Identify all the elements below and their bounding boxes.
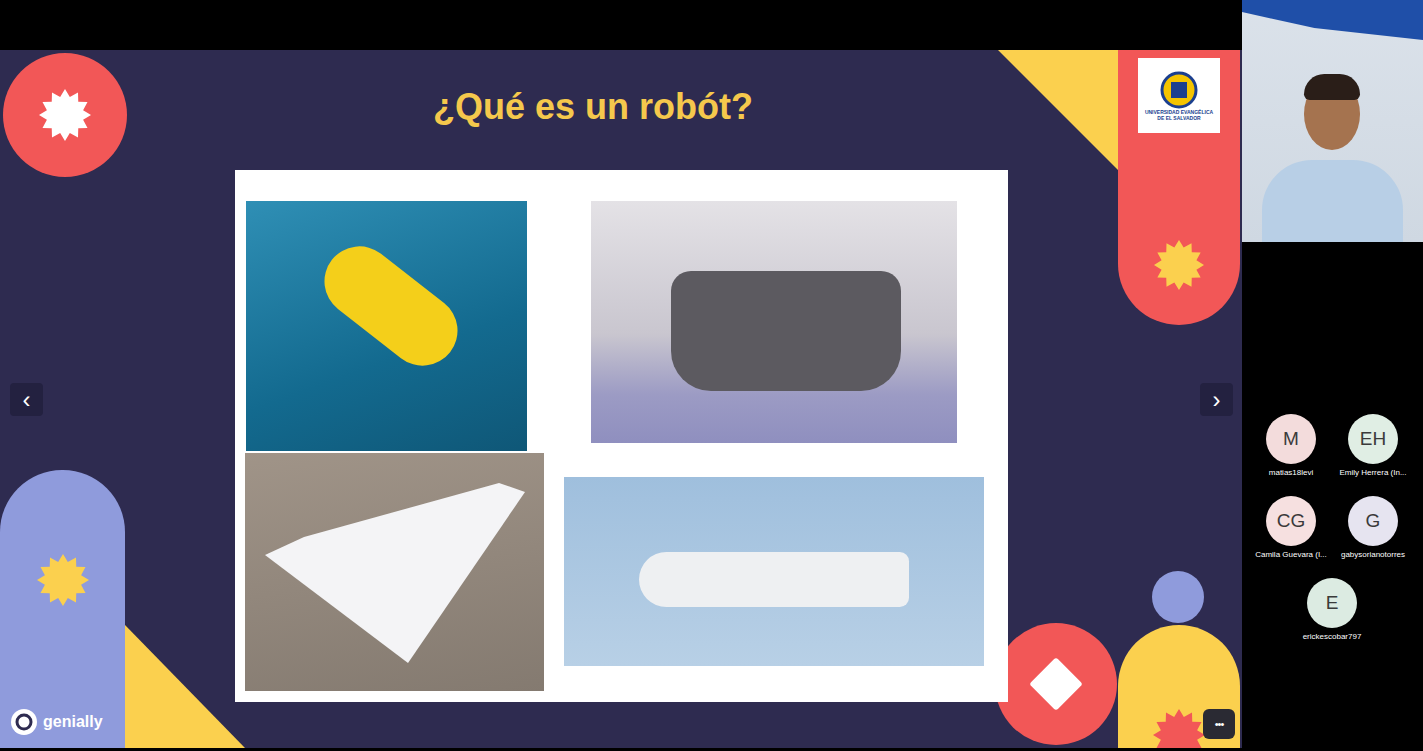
participant-avatar: CG xyxy=(1266,496,1316,546)
participant-name: Emily Herrera (In... xyxy=(1339,468,1406,478)
participant-tile[interactable]: EH Emily Herrera (In... xyxy=(1332,414,1414,478)
participant-name: matias18levi xyxy=(1269,468,1313,478)
participant-list: Mmatias18levi EH Emily Herrera (In... CG Cam… xyxy=(1250,414,1423,642)
glider-photo xyxy=(246,201,527,451)
participant-name: erickescobar797 xyxy=(1303,632,1362,642)
meeting-window: UNIVERSIDAD EVANGÉLICA DE EL SALVADOR¿Qu… xyxy=(0,0,1423,751)
deco-circle xyxy=(995,623,1117,745)
more-button[interactable]: ••• xyxy=(1203,709,1235,739)
previous-slide-button[interactable]: ‹ xyxy=(10,383,43,416)
brand-name: genially xyxy=(43,710,103,734)
presenter-video xyxy=(1242,0,1423,242)
star-icon xyxy=(1154,240,1204,290)
video-banner xyxy=(1242,0,1423,40)
slide-title: ¿Qué es un robót? xyxy=(0,50,1242,131)
star-icon xyxy=(37,554,89,606)
bottom-gap xyxy=(0,748,1242,751)
diamond-icon xyxy=(1029,657,1083,711)
rover-shape xyxy=(671,271,901,391)
participant-avatar: M xyxy=(1266,414,1316,464)
logo-text: UNIVERSIDAD EVANGÉLICA DE EL SALVADOR xyxy=(1141,110,1217,122)
presenter-hair xyxy=(1304,74,1360,100)
aircraft-photo xyxy=(245,453,544,691)
top-gap xyxy=(0,0,1242,50)
presenter-body xyxy=(1262,160,1403,242)
helicopter-photo xyxy=(564,477,984,666)
glider-body xyxy=(310,232,471,380)
genially-icon xyxy=(10,708,38,736)
star-icon xyxy=(1153,709,1205,748)
helicopter-shape xyxy=(639,552,909,607)
genially-logo: genially xyxy=(10,708,103,736)
participants-panel: Mmatias18levi EH Emily Herrera (In... CG Cam… xyxy=(1242,0,1423,751)
participant-tile[interactable]: Ggabysorianotorres xyxy=(1332,496,1414,560)
deco-triangle xyxy=(125,625,245,748)
next-slide-button[interactable]: › xyxy=(1200,383,1233,416)
deco-circle xyxy=(3,53,127,177)
rover-photo xyxy=(591,201,957,443)
participant-tile[interactable]: CG Camila Guevara (I... xyxy=(1250,496,1332,560)
star-icon xyxy=(39,89,91,141)
shared-screen: UNIVERSIDAD EVANGÉLICA DE EL SALVADOR¿Qu… xyxy=(0,0,1242,751)
slide: UNIVERSIDAD EVANGÉLICA DE EL SALVADOR¿Qu… xyxy=(0,50,1242,748)
aircraft-shape xyxy=(265,483,525,663)
emblem-icon xyxy=(1159,70,1199,110)
deco-triangle xyxy=(998,50,1118,170)
participant-avatar: G xyxy=(1348,496,1398,546)
photo-panel xyxy=(235,170,1008,702)
deco-pill xyxy=(0,470,125,748)
participant-avatar: EH xyxy=(1348,414,1398,464)
participant-tile[interactable]: Eerickescobar797 xyxy=(1250,578,1414,642)
participant-tile[interactable]: Mmatias18levi xyxy=(1250,414,1332,478)
participant-name: Camila Guevara (I... xyxy=(1255,550,1327,560)
deco-dot xyxy=(1152,571,1204,623)
participant-name: gabysorianotorres xyxy=(1341,550,1405,560)
university-logo: UNIVERSIDAD EVANGÉLICA DE EL SALVADOR xyxy=(1138,58,1220,133)
participant-avatar: E xyxy=(1307,578,1357,628)
